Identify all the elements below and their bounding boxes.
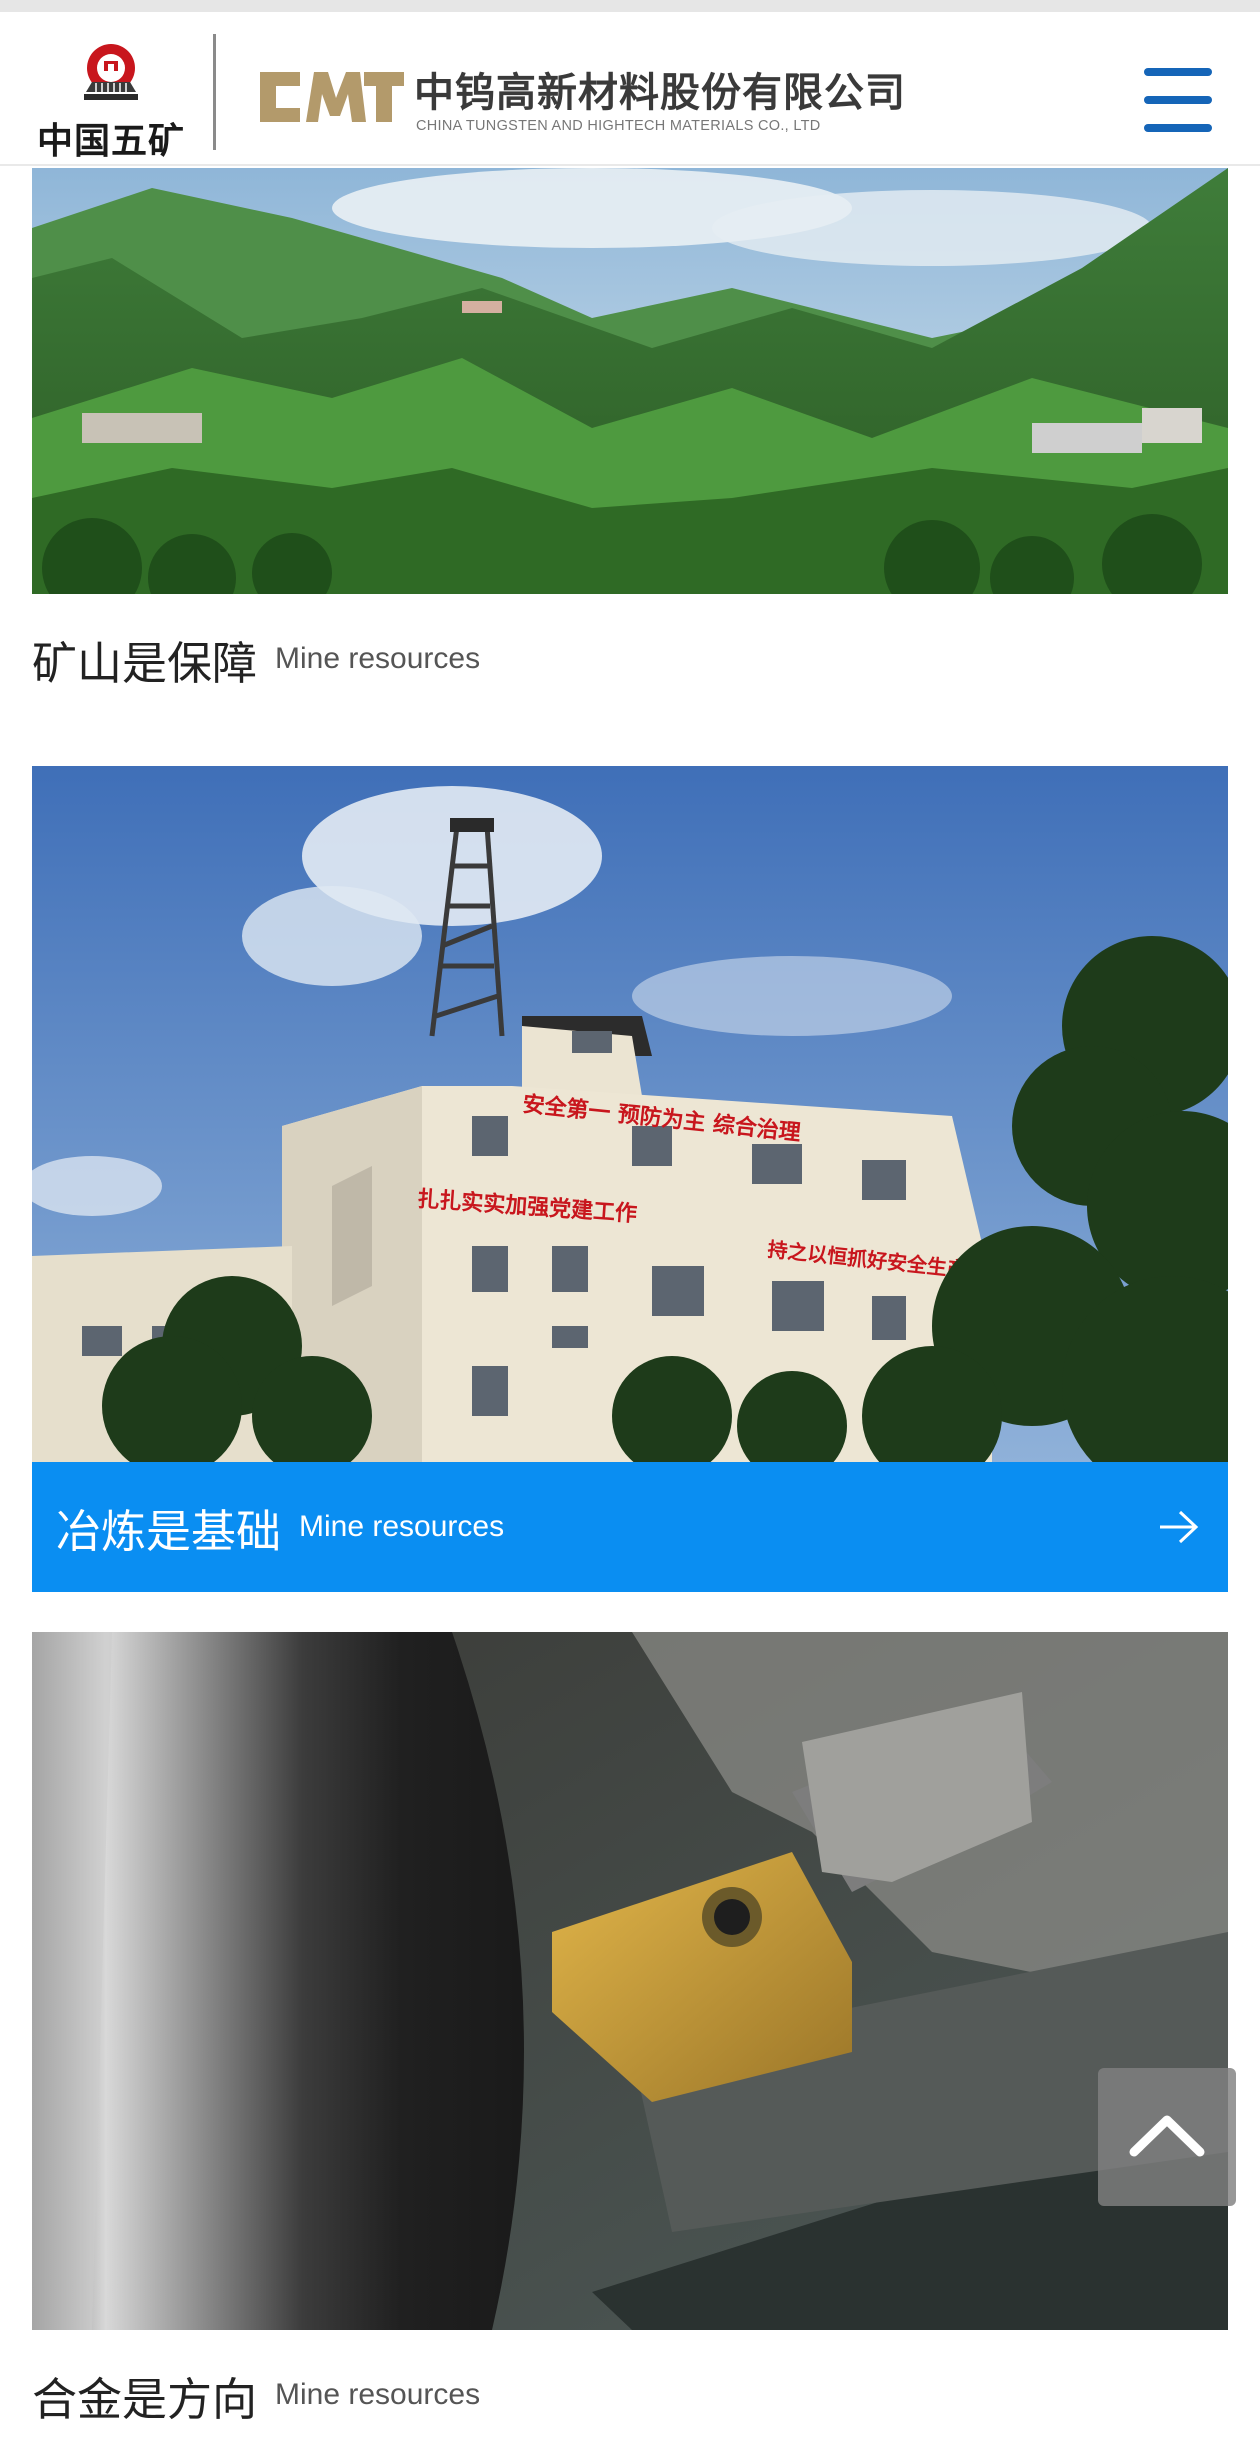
chevron-up-icon (1129, 2115, 1205, 2157)
section-mine-subtitle: Mine resources (275, 642, 481, 675)
section-alloy-caption[interactable]: 合金是方向 Mine resources (32, 2330, 1228, 2460)
company-name-cn: 中钨高新材料股份有限公司 (414, 70, 906, 116)
minmetals-emblem-icon (84, 44, 138, 100)
section-smelting-title: 冶炼是基础 (56, 1504, 282, 1558)
section-mine-caption[interactable]: 矿山是保障 Mine resources (32, 594, 1228, 724)
company-name-en: CHINA TUNGSTEN AND HIGHTECH MATERIALS CO… (416, 118, 821, 134)
minmetals-logo[interactable]: 中国五矿 (28, 32, 194, 162)
section-smelting[interactable]: 安全第一 预防为主 综合治理 扎扎实实加强党建工作 持之以恒抓好安全生产 冶炼是… (32, 766, 1228, 1592)
minmetals-logo-text: 中国五矿 (36, 121, 185, 162)
arrow-right-icon[interactable] (1158, 1508, 1200, 1546)
site-header: 中国五矿 中钨高新材料股份有限公司 CHINA TUNGSTEN AND HIG… (0, 12, 1260, 166)
mountain-mine-photo (32, 168, 1228, 594)
menu-button[interactable] (1138, 60, 1218, 140)
section-mine-title: 矿山是保障 (32, 636, 258, 690)
logo-divider (213, 34, 216, 150)
section-smelting-subtitle: Mine resources (299, 1510, 505, 1543)
section-smelting-caption[interactable]: 冶炼是基础 Mine resources (32, 1462, 1228, 1592)
smelting-plant-photo: 安全第一 预防为主 综合治理 扎扎实实加强党建工作 持之以恒抓好安全生产 (32, 766, 1228, 1462)
cutting-tool-photo (32, 1632, 1228, 2330)
section-alloy[interactable]: 合金是方向 Mine resources (32, 1632, 1228, 2450)
top-strip (0, 0, 1260, 12)
section-alloy-title: 合金是方向 (32, 2372, 258, 2426)
back-to-top-button[interactable] (1098, 2068, 1236, 2206)
section-alloy-subtitle: Mine resources (275, 2378, 481, 2411)
cmt-logo[interactable] (256, 64, 406, 130)
section-mine[interactable]: 矿山是保障 Mine resources (32, 168, 1228, 720)
